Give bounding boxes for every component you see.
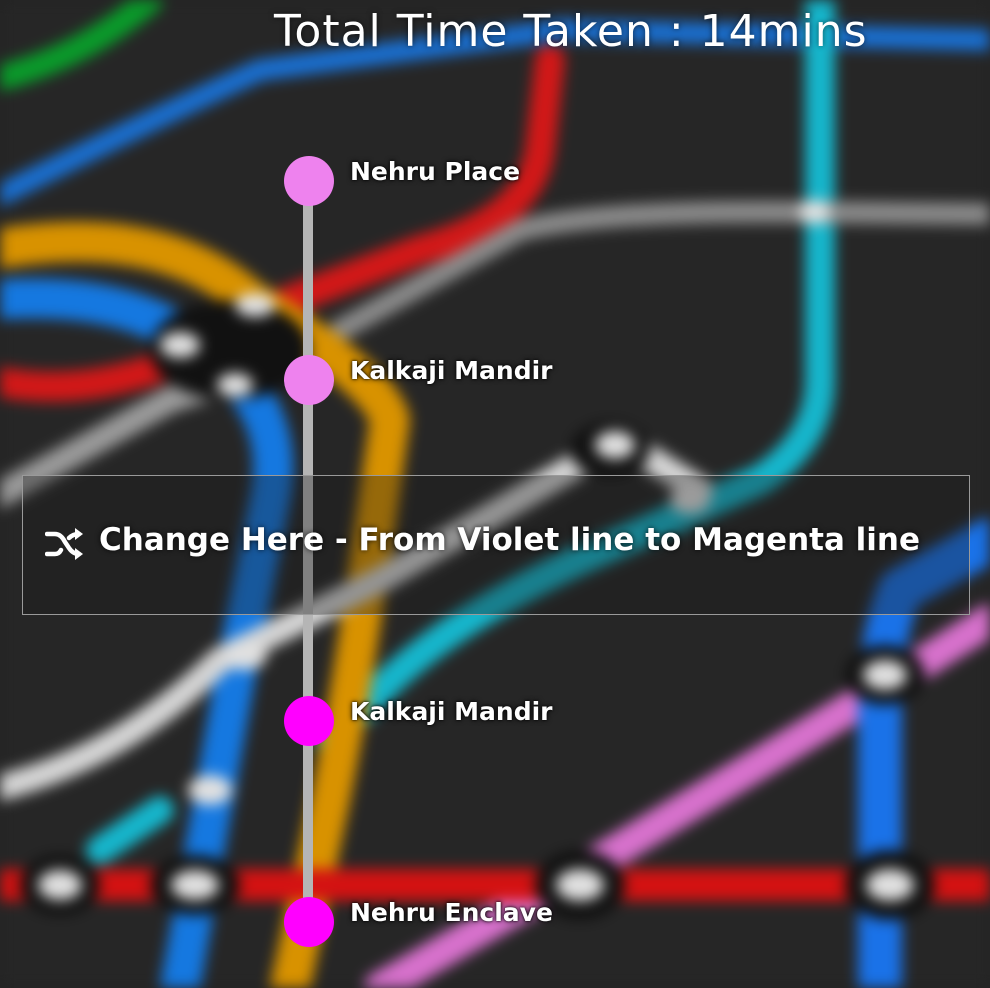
interchange-text: Change Here - From Violet line to Magent… [99,522,921,558]
station-dot-nehru-enclave [284,897,334,947]
station-dot-nehru-place [284,156,334,206]
route-result-screen: Total Time Taken : 14mins Nehru Place Ka… [0,0,990,988]
shuffle-icon [45,528,83,560]
station-label-kalkaji-mandir-magenta: Kalkaji Mandir [350,697,553,726]
station-dot-kalkaji-mandir-violet [284,355,334,405]
station-label-kalkaji-mandir-violet: Kalkaji Mandir [350,356,553,385]
interchange-notice: Change Here - From Violet line to Magent… [22,475,970,615]
station-dot-kalkaji-mandir-magenta [284,696,334,746]
station-label-nehru-place: Nehru Place [350,157,521,186]
station-label-nehru-enclave: Nehru Enclave [350,898,553,927]
total-time-title: Total Time Taken : 14mins [274,6,868,57]
